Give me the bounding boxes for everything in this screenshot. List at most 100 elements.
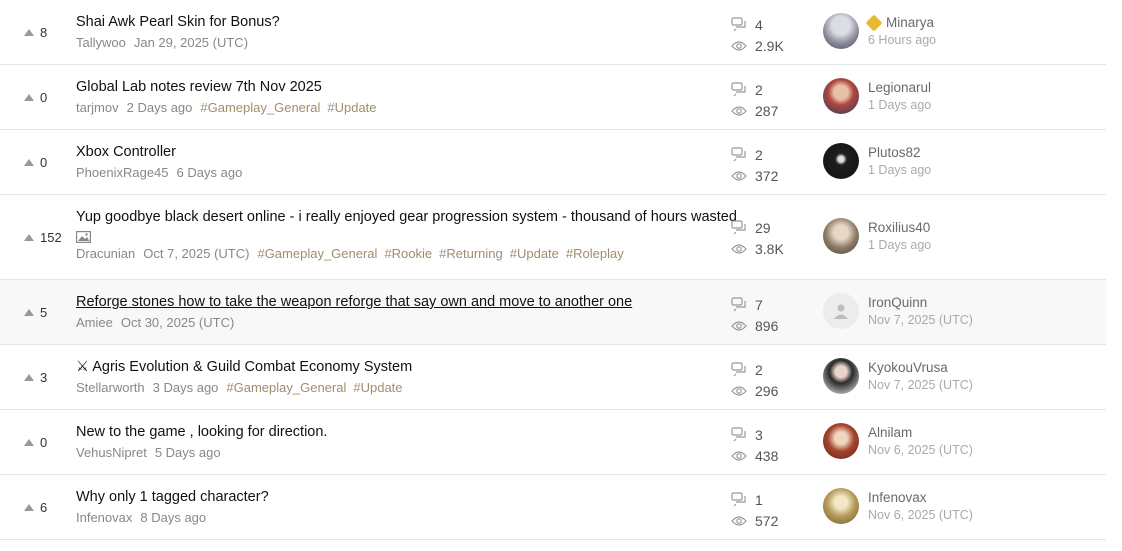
thread-title[interactable]: Xbox Controller [76,142,706,162]
thread-row[interactable]: 8 Shai Awk Pearl Skin for Bonus? Tallywo… [0,0,1106,65]
thread-author[interactable]: Amiee [76,315,113,330]
last-poster-name[interactable]: IronQuinn [868,295,973,310]
image-attachment-icon [76,231,91,243]
thread-author[interactable]: Infenovax [76,510,132,525]
avatar[interactable] [823,143,859,179]
thread-author[interactable]: Dracunian [76,246,135,261]
upvote-icon[interactable] [24,158,34,166]
vote-count[interactable]: 0 [24,65,47,129]
thread-row[interactable]: 152 Yup goodbye black desert online - i … [0,195,1106,280]
tag[interactable]: #Returning [439,246,503,261]
upvote-icon[interactable] [24,373,34,381]
tag[interactable]: #Roleplay [566,246,624,261]
tag[interactable]: #Gameplay_General [200,100,320,115]
thread-title[interactable]: Why only 1 tagged character? [76,487,706,507]
reply-count: 4 [731,14,784,35]
tag[interactable]: #Update [353,380,402,395]
avatar[interactable] [823,13,859,49]
view-count: 287 [731,100,778,121]
thread-row[interactable]: 0 New to the game , looking for directio… [0,410,1106,475]
thread-author[interactable]: VehusNipret [76,445,147,460]
tag[interactable]: #Update [510,246,559,261]
tag[interactable]: #Update [327,100,376,115]
badge-icon [865,14,883,31]
reply-count: 3 [731,424,778,445]
tag[interactable]: #Gameplay_General [226,380,346,395]
vote-value: 5 [40,304,48,320]
default-avatar-icon[interactable] [823,293,859,329]
vote-value: 0 [40,89,48,105]
avatar[interactable] [823,218,859,254]
thread-title[interactable]: Yup goodbye black desert online - i real… [76,207,737,227]
last-poster-name[interactable]: Roxilius40 [868,220,931,235]
view-count: 372 [731,165,778,186]
thread-row[interactable]: 0 Global Lab notes review 7th Nov 2025 t… [0,65,1106,130]
eye-icon [731,385,747,396]
last-poster-name[interactable]: Alnilam [868,425,973,440]
tag[interactable]: #Gameplay_General [257,246,377,261]
avatar[interactable] [823,423,859,459]
replies-icon [731,362,746,377]
thread-title[interactable]: Shai Awk Pearl Skin for Bonus? [76,12,706,32]
upvote-icon[interactable] [24,93,34,101]
thread-author[interactable]: PhoenixRage45 [76,165,169,180]
last-poster-name[interactable]: Infenovax [868,490,973,505]
thread-date: 5 Days ago [154,445,221,460]
last-post-time: 1 Days ago [868,238,932,252]
last-post-time: 6 Hours ago [868,33,937,47]
vote-count[interactable]: 5 [24,280,47,344]
reply-count: 2 [731,79,778,100]
upvote-icon[interactable] [24,233,34,241]
thread-row[interactable]: 6 Why only 1 tagged character? Infenovax… [0,475,1106,540]
vote-count[interactable]: 3 [24,345,47,409]
thread-date: 3 Days ago [152,380,219,395]
tag[interactable]: #Rookie [384,246,432,261]
avatar[interactable] [823,488,859,524]
view-count: 3.8K [731,238,784,259]
last-post-time: Nov 6, 2025 (UTC) [868,443,973,457]
thread-title[interactable]: New to the game , looking for direction. [76,422,706,442]
last-poster-name[interactable]: KyokouVrusa [868,360,973,375]
thread-date: Jan 29, 2025 (UTC) [133,35,249,50]
last-poster-name[interactable]: Legionarul [868,80,931,95]
avatar[interactable] [823,78,859,114]
thread-title[interactable]: Global Lab notes review 7th Nov 2025 [76,77,706,97]
last-poster-name[interactable]: Minarya [865,14,936,31]
eye-icon [731,170,747,181]
vote-count[interactable]: 152 [24,195,62,279]
thread-author[interactable]: tarjmov [76,100,119,115]
last-post-time: 1 Days ago [868,98,932,112]
thread-date: Oct 30, 2025 (UTC) [120,315,235,330]
upvote-icon[interactable] [24,308,34,316]
vote-count[interactable]: 0 [24,130,47,194]
eye-icon [731,450,747,461]
replies-icon [731,147,746,162]
thread-row[interactable]: 0 Xbox Controller PhoenixRage45 6 Days ag… [0,130,1106,195]
view-count: 572 [731,510,778,531]
reply-count: 2 [731,359,778,380]
view-count: 896 [731,315,778,336]
vote-count[interactable]: 6 [24,475,47,539]
thread-row[interactable]: 5 Reforge stones how to take the weapon … [0,280,1106,345]
eye-icon [731,105,747,116]
thread-title[interactable]: ⚔ Agris Evolution & Guild Combat Economy… [76,357,706,377]
replies-icon [731,427,746,442]
vote-count[interactable]: 0 [24,410,47,474]
upvote-icon[interactable] [24,438,34,446]
avatar[interactable] [823,358,859,394]
vote-count[interactable]: 8 [24,0,47,64]
last-poster-name[interactable]: Plutos82 [868,145,931,160]
upvote-icon[interactable] [24,503,34,511]
reply-count: 7 [731,294,778,315]
thread-title[interactable]: Reforge stones how to take the weapon re… [76,292,706,312]
thread-date: 2 Days ago [126,100,193,115]
replies-icon [731,297,746,312]
vote-value: 0 [40,154,48,170]
thread-author[interactable]: Tallywoo [76,35,126,50]
thread-row[interactable]: 3 ⚔ Agris Evolution & Guild Combat Econo… [0,345,1106,410]
eye-icon [731,515,747,526]
replies-icon [731,492,746,507]
upvote-icon[interactable] [24,28,34,36]
vote-value: 152 [40,229,62,245]
thread-author[interactable]: Stellarworth [76,380,145,395]
